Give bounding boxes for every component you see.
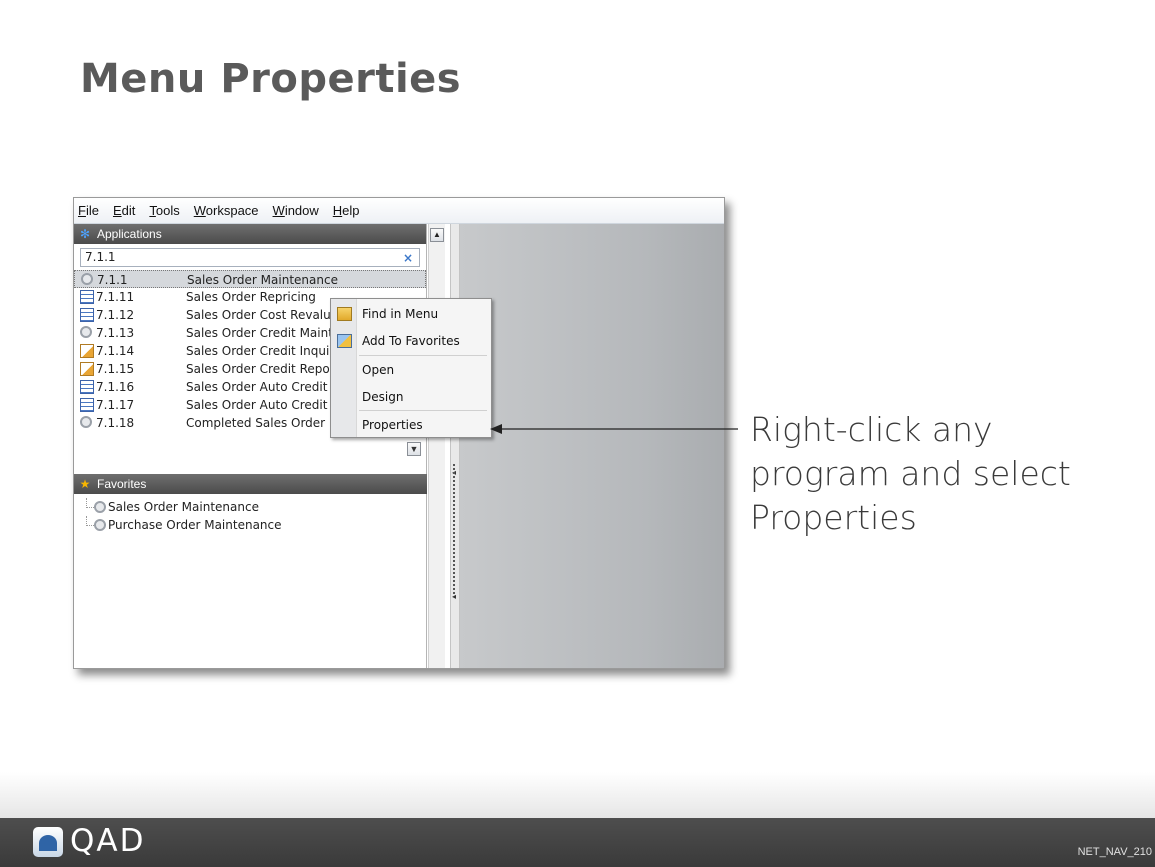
grid-icon [80,308,94,322]
program-name: Sales Order Credit Inquiry [186,344,342,358]
clear-search-icon[interactable]: × [403,250,413,267]
callout-arrow [490,424,738,434]
search-input[interactable]: 7.1.1 × [80,248,420,267]
favorite-item[interactable]: Sales Order Maintenance [74,498,427,516]
grid-icon [80,398,94,412]
collapse-arrow-icon[interactable]: ◂ [452,592,456,601]
add-to-favorites-label: Add To Favorites [362,334,460,348]
splitter-grip[interactable] [453,464,457,594]
menu-window[interactable]: Window [273,203,319,218]
folder-search-icon [337,307,352,321]
add-favorite-icon [337,334,352,348]
program-name: Sales Order Credit Maintenance [186,326,354,340]
menu-tools[interactable]: Tools [149,203,179,218]
search-row: 7.1.1 × [74,244,426,270]
menu-code: 7.1.14 [96,344,135,358]
favorites-header[interactable]: ★ Favorites [74,474,427,494]
applications-header-label: Applications [97,227,162,241]
program-name: Sales Order Maintenance [187,273,338,287]
menu-code: 7.1.15 [96,362,135,376]
menu-help[interactable]: Help [333,203,360,218]
menu-separator [359,355,487,356]
list-item[interactable]: 7.1.1 Sales Order Maintenance [74,270,426,288]
slide-title: Menu Properties [80,56,462,102]
properties-item[interactable]: Properties [331,414,491,436]
qad-logo-text: QAD [70,823,146,859]
favorite-label: Sales Order Maintenance [108,500,259,514]
menu-code: 7.1.16 [96,380,135,394]
search-value: 7.1.1 [85,250,116,264]
design-item[interactable]: Design [331,386,491,408]
open-item[interactable]: Open [331,359,491,381]
scroll-up-button[interactable]: ▲ [430,228,444,242]
menu-code: 7.1.13 [96,326,135,340]
report-icon [80,362,94,376]
menu-code: 7.1.11 [96,290,135,304]
grid-icon [80,290,94,304]
properties-label: Properties [362,418,423,432]
menu-edit[interactable]: Edit [113,203,135,218]
context-menu: Find in Menu Add To Favorites Open Desig… [330,298,492,438]
vertical-scrollbar[interactable]: ▲ [428,224,445,668]
open-label: Open [362,363,395,377]
gear-icon: ✻ [79,227,91,241]
menu-code: 7.1.18 [96,416,135,430]
favorites-header-label: Favorites [97,477,147,491]
program-name: Sales Order Cost Revaluation [186,308,354,322]
gear-icon [94,519,106,531]
footer-fade [0,772,1155,818]
menu-code: 7.1.1 [97,273,128,287]
add-to-favorites-item[interactable]: Add To Favorites [331,330,491,352]
favorite-item[interactable]: Purchase Order Maintenance [74,516,427,534]
pane-splitter[interactable]: ◂ ◂ [450,224,460,668]
report-icon [80,344,94,358]
program-name: Sales Order Credit Report [186,362,340,376]
workspace-area [460,224,724,668]
results-scroll-down-button[interactable]: ▼ [407,442,421,456]
footer-bar: QAD NET_NAV_210 [0,818,1155,867]
program-name: Sales Order Auto Credit Approval [186,398,354,412]
program-name: Completed Sales Order Delete [186,416,354,430]
menu-code: 7.1.17 [96,398,135,412]
find-in-menu-item[interactable]: Find in Menu [331,303,491,325]
program-name: Sales Order Auto Credit Hold [186,380,354,394]
slide-code: NET_NAV_210 [1077,846,1152,858]
menu-bar: File Edit Tools Workspace Window Help [74,198,724,224]
grid-icon [80,380,94,394]
favorites-section: ★ Favorites Sales Order Maintenance Purc… [74,474,427,534]
gear-icon [81,273,93,285]
applications-header[interactable]: ✻ Applications [74,224,426,244]
favorites-list: Sales Order Maintenance Purchase Order M… [74,494,427,534]
qad-logo-icon [33,827,63,857]
program-name: Sales Order Repricing [186,290,316,304]
gear-icon [80,326,92,338]
menu-file[interactable]: File [78,203,99,218]
menu-workspace[interactable]: Workspace [194,203,259,218]
menu-separator [359,410,487,411]
menu-code: 7.1.12 [96,308,135,322]
navigation-pane: ✻ Applications 7.1.1 × 7.1.1 Sales Order… [74,224,427,668]
favorite-label: Purchase Order Maintenance [108,518,282,532]
find-in-menu-label: Find in Menu [362,307,439,321]
gear-icon [80,416,92,428]
design-label: Design [362,390,404,404]
star-icon: ★ [79,477,91,491]
callout-text: Right-click any program and select Prope… [750,410,1071,537]
gear-icon [94,501,106,513]
